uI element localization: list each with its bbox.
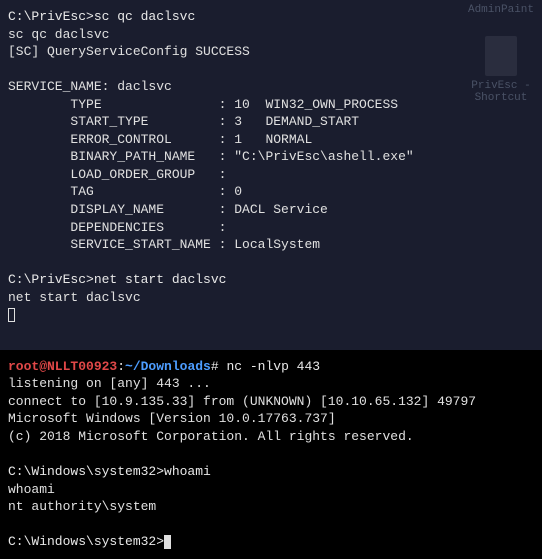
echo-whoami: whoami [8,482,55,497]
prompt: C:\PrivEsc> [8,272,94,287]
nc-connect: connect to [10.9.135.33] from (UNKNOWN) … [8,394,476,409]
colon: : [117,359,125,374]
echo-line: net start daclsvc [8,290,141,305]
command-nc: nc -nlvp 443 [226,359,320,374]
prompt: C:\PrivEsc> [8,9,94,24]
svc-start-type: START_TYPE : 3 DEMAND_START [8,114,359,129]
hash-prompt: # [211,359,227,374]
sc-result-header: [SC] QueryServiceConfig SUCCESS [8,44,250,59]
whoami-result: nt authority\system [8,499,156,514]
cursor-icon [8,308,15,322]
ms-copyright: (c) 2018 Microsoft Corporation. All righ… [8,429,414,444]
nc-listening: listening on [any] 443 ... [8,376,211,391]
echo-line: sc qc daclsvc [8,27,109,42]
terminal-linux[interactable]: root@NLLT00923:~/Downloads# nc -nlvp 443… [0,350,542,559]
svc-error-control: ERROR_CONTROL : 1 NORMAL [8,132,312,147]
svc-display-name: DISPLAY_NAME : DACL Service [8,202,328,217]
svc-load-order: LOAD_ORDER_GROUP : [8,167,226,182]
service-name: SERVICE_NAME: daclsvc [8,79,172,94]
svc-binary-path: BINARY_PATH_NAME : "C:\PrivEsc\ashell.ex… [8,149,414,164]
terminal-windows[interactable]: C:\PrivEsc>sc qc daclsvc sc qc daclsvc [… [0,0,542,332]
user-host: root@NLLT00923 [8,359,117,374]
command-sc-qc: sc qc daclsvc [94,9,195,24]
prompt-system32: C:\Windows\system32> [8,534,164,549]
svc-dependencies: DEPENDENCIES : [8,220,226,235]
cursor-icon [164,535,171,549]
prompt-system32: C:\Windows\system32> [8,464,164,479]
svc-type: TYPE : 10 WIN32_OWN_PROCESS [8,97,398,112]
ms-version: Microsoft Windows [Version 10.0.17763.73… [8,411,336,426]
command-net-start: net start daclsvc [94,272,227,287]
cwd-path: ~/Downloads [125,359,211,374]
svc-tag: TAG : 0 [8,184,242,199]
command-whoami: whoami [164,464,211,479]
svc-start-name: SERVICE_START_NAME : LocalSystem [8,237,320,252]
